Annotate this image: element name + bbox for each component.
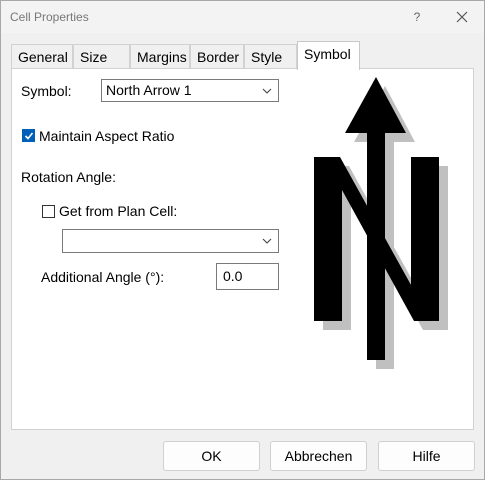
get-from-plan-checkbox[interactable] (42, 205, 55, 218)
additional-angle-input[interactable]: 0.0 (216, 263, 279, 290)
tab-border[interactable]: Border (190, 44, 244, 69)
checkmark-icon (24, 132, 34, 140)
symbol-label: Symbol: (21, 83, 72, 99)
help-title-button[interactable]: ? (402, 1, 432, 33)
symbol-dropdown-value: North Arrow 1 (106, 82, 192, 98)
tab-general[interactable]: General (11, 44, 73, 69)
tab-margins[interactable]: Margins (130, 44, 190, 69)
ok-button[interactable]: OK (163, 441, 260, 471)
tab-label: Margins (137, 49, 187, 65)
get-from-plan-label[interactable]: Get from Plan Cell: (59, 203, 177, 219)
tab-symbol[interactable]: Symbol (297, 41, 360, 70)
question-icon: ? (413, 10, 421, 24)
north-arrow-icon (314, 77, 448, 369)
additional-angle-label: Additional Angle (°): (41, 269, 165, 285)
tab-size[interactable]: Size (73, 44, 130, 69)
window-title: Cell Properties (10, 10, 89, 24)
chevron-down-icon (262, 88, 272, 94)
title-bar: Cell Properties ? (1, 1, 484, 33)
close-icon (456, 11, 468, 23)
tab-label: Size (80, 49, 108, 65)
close-button[interactable] (447, 1, 477, 33)
maintain-aspect-checkbox[interactable] (22, 129, 35, 142)
symbol-preview (298, 76, 465, 375)
cell-properties-dialog: Cell Properties ? General Size Margins B… (0, 0, 485, 480)
cancel-button[interactable]: Abbrechen (270, 441, 367, 471)
plan-cell-dropdown[interactable] (62, 229, 279, 253)
additional-angle-value: 0.0 (223, 268, 243, 284)
tab-label: Style (251, 49, 283, 65)
tab-label: General (18, 49, 68, 65)
tab-label: Border (197, 49, 240, 65)
help-button[interactable]: Hilfe (378, 441, 475, 471)
chevron-down-icon (262, 238, 272, 244)
tab-style[interactable]: Style (244, 44, 297, 69)
rotation-angle-label: Rotation Angle: (21, 169, 116, 185)
symbol-dropdown[interactable]: North Arrow 1 (101, 79, 279, 102)
maintain-aspect-label[interactable]: Maintain Aspect Ratio (39, 128, 174, 144)
tab-label: Symbol (304, 46, 351, 62)
